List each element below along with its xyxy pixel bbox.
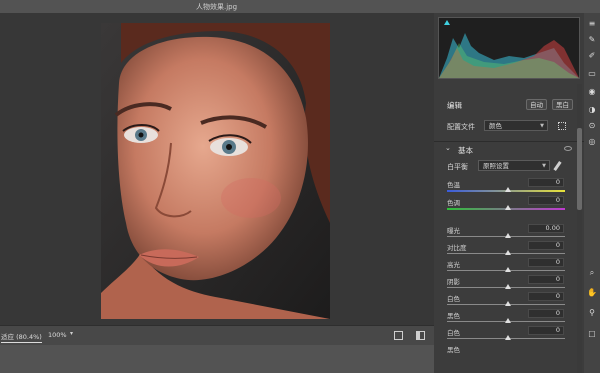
slider-label: 白色: [447, 329, 460, 337]
single-view-icon[interactable]: [394, 331, 403, 340]
edit-heading: 编辑: [447, 101, 462, 110]
slider-blacks-2[interactable]: 黑色: [434, 344, 584, 360]
slider-whites-2[interactable]: 白色 0: [434, 326, 584, 343]
black-white-button[interactable]: 黑白: [552, 99, 573, 110]
slider-value[interactable]: 0: [528, 292, 564, 301]
profile-select[interactable]: 颜色 ▼: [484, 120, 548, 131]
slider-label: 黑色: [447, 312, 460, 320]
slider-shadows[interactable]: 阴影 0: [434, 275, 584, 292]
profile-label: 配置文件: [447, 123, 475, 131]
slider-value[interactable]: 0: [528, 309, 564, 318]
redeye-icon[interactable]: ⊙: [587, 121, 597, 131]
gradient-icon[interactable]: ▭: [587, 69, 597, 79]
slider-thumb[interactable]: [505, 301, 511, 306]
heal-icon[interactable]: ◑: [587, 105, 597, 115]
chevron-down-icon: ▼: [540, 123, 544, 129]
histogram-graph: [439, 33, 579, 78]
slider-value[interactable]: 0: [528, 241, 564, 250]
chevron-down-icon: ▼: [542, 163, 546, 169]
tool-strip: ≡ ✎ ✐ ▭ ◉ ◑ ⊙ ◎ ⌕ ✋ ⚲ ☐: [584, 13, 600, 373]
slider-label: 高光: [447, 261, 460, 269]
white-balance-select[interactable]: 原照设置 ▼: [478, 160, 550, 171]
profile-value: 颜色: [489, 122, 502, 130]
slider-label: 对比度: [447, 244, 467, 252]
slider-value[interactable]: 0.00: [528, 224, 564, 233]
checkbox-icon[interactable]: ☐: [587, 330, 597, 340]
white-balance-value: 原照设置: [483, 162, 509, 170]
brush-icon[interactable]: ✎: [587, 35, 597, 45]
slider-label: 色调: [447, 199, 460, 207]
before-after-icon[interactable]: [416, 331, 425, 340]
edit-header: 编辑 自动 黑白: [434, 97, 584, 113]
slider-tint[interactable]: 色调 0: [434, 196, 584, 213]
zoom-fit-button[interactable]: 适应 (80.4%): [1, 331, 42, 343]
chevron-down-icon: ⌄: [445, 144, 451, 152]
slider-thumb[interactable]: [505, 187, 511, 192]
white-balance-row: 白平衡 原照设置 ▼: [434, 159, 584, 175]
slider-label: 黑色: [447, 346, 460, 354]
window-title: 人物效果.jpg: [196, 3, 238, 11]
radial-icon[interactable]: ◉: [587, 87, 597, 97]
slider-label: 白色: [447, 295, 460, 303]
workspace-bottom: [0, 345, 434, 373]
chevron-down-icon[interactable]: ▾: [70, 330, 73, 337]
profile-row: 配置文件 颜色 ▼: [434, 119, 584, 135]
basic-heading: 基本: [458, 146, 473, 155]
slider-label: 阴影: [447, 278, 460, 286]
triangle-warning-icon[interactable]: [444, 20, 450, 25]
portrait-image: [101, 23, 330, 319]
portrait-photo: [101, 23, 330, 319]
slider-thumb[interactable]: [505, 205, 511, 210]
status-bar: 适应 (80.4%) 100% ▾: [0, 325, 434, 345]
slider-thumb[interactable]: [505, 284, 511, 289]
title-bar: 人物效果.jpg: [0, 0, 600, 13]
slider-blacks[interactable]: 黑色 0: [434, 309, 584, 326]
eyedropper-icon[interactable]: ⚲: [587, 308, 597, 318]
slider-thumb[interactable]: [505, 318, 511, 323]
slider-label: 曝光: [447, 227, 460, 235]
profile-browser-icon[interactable]: [558, 122, 566, 130]
edit-panel: 编辑 自动 黑白 配置文件 颜色 ▼ ⌄ 基本 白平衡 原照设置 ▼ 色温 0 …: [434, 13, 584, 373]
slider-thumb[interactable]: [505, 335, 511, 340]
histogram: [438, 17, 580, 79]
sliders-icon[interactable]: ≡: [587, 19, 597, 29]
scrollbar-thumb[interactable]: [577, 128, 582, 210]
eye-icon[interactable]: [564, 146, 572, 151]
basic-section-header[interactable]: ⌄ 基本: [434, 141, 584, 157]
slider-temperature[interactable]: 色温 0: [434, 178, 584, 195]
slider-thumb[interactable]: [505, 267, 511, 272]
slider-whites[interactable]: 白色 0: [434, 292, 584, 309]
zoom-icon[interactable]: ⌕: [587, 268, 597, 278]
slider-value[interactable]: 0: [528, 326, 564, 335]
slider-highlights[interactable]: 高光 0: [434, 258, 584, 275]
slider-value[interactable]: 0: [528, 258, 564, 267]
slider-contrast[interactable]: 对比度 0: [434, 241, 584, 258]
zoom-percent-button[interactable]: 100%: [48, 331, 67, 339]
hand-icon[interactable]: ✋: [587, 288, 597, 298]
slider-value[interactable]: 0: [528, 275, 564, 284]
white-balance-label: 白平衡: [447, 163, 468, 171]
preview-canvas[interactable]: [0, 13, 434, 325]
slider-exposure[interactable]: 曝光 0.00: [434, 224, 584, 241]
preset-icon[interactable]: ◎: [587, 137, 597, 147]
slider-thumb[interactable]: [505, 250, 511, 255]
auto-button[interactable]: 自动: [526, 99, 547, 110]
slider-thumb[interactable]: [505, 233, 511, 238]
eyedropper-icon[interactable]: [553, 161, 562, 171]
slider-label: 色温: [447, 181, 460, 189]
brush-icon[interactable]: ✐: [587, 51, 597, 61]
slider-value[interactable]: 0: [528, 178, 564, 187]
slider-value[interactable]: 0: [528, 196, 564, 205]
